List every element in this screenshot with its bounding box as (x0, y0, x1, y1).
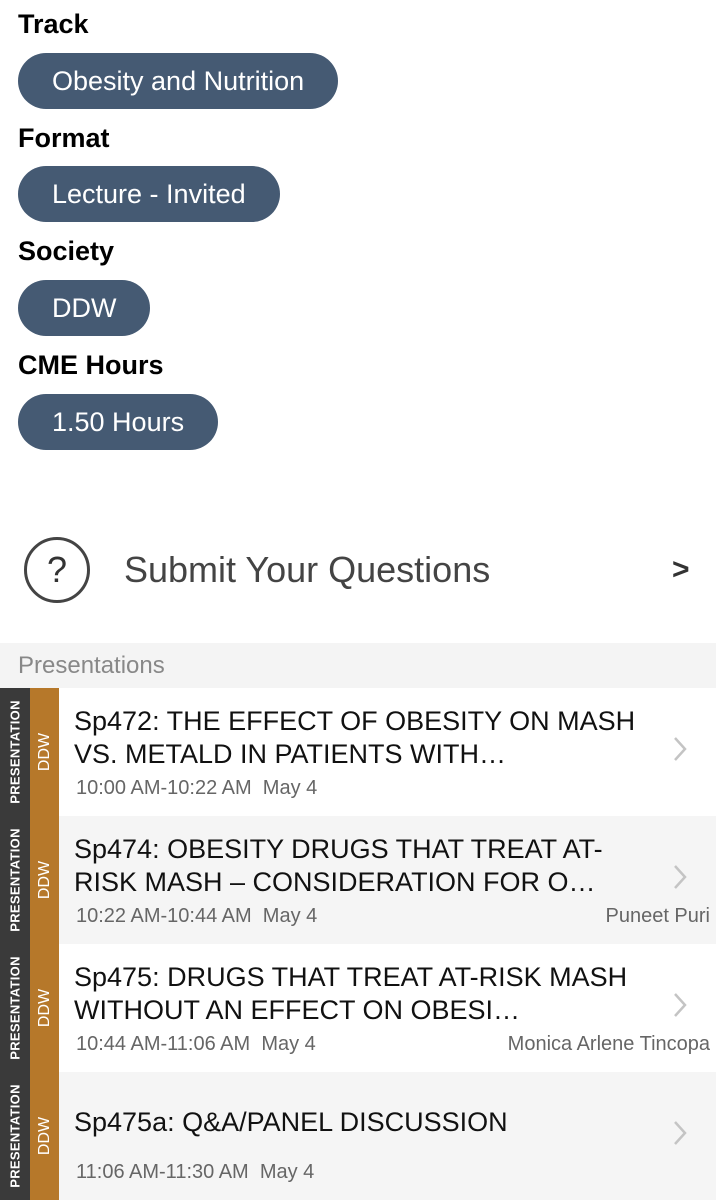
presentation-time: 10:44 AM-11:06 AM May 4 (76, 1033, 316, 1055)
track-heading: Track (18, 9, 89, 39)
cme-hours-tag[interactable]: 1.50 Hours (18, 394, 219, 450)
presentation-speaker: Monica Arlene Tincopa (507, 1033, 710, 1055)
presentation-type-strip: PRESENTATION (0, 1072, 30, 1200)
chevron-right-icon (674, 865, 687, 889)
presentations-section-header: Presentations (0, 643, 716, 688)
presentation-type-strip: PRESENTATION (0, 944, 30, 1072)
presentation-time: 11:06 AM-11:30 AM May 4 (76, 1161, 315, 1183)
society-strip: DDW (30, 944, 59, 1072)
society-strip: DDW (30, 816, 59, 944)
presentation-title: Sp475a: Q&A/PANEL DISCUSSION (74, 1107, 508, 1137)
presentation-type-strip: PRESENTATION (0, 816, 30, 944)
cme-hours-heading: CME Hours (18, 350, 164, 380)
format-heading: Format (18, 123, 110, 153)
track-tag[interactable]: Obesity and Nutrition (18, 53, 339, 109)
society-strip: DDW (30, 1072, 59, 1200)
society-strip: DDW (30, 688, 59, 816)
presentation-row[interactable]: PRESENTATION DDW Sp474: OBESITY DRUGS TH… (0, 816, 716, 944)
chevron-right-icon (674, 737, 687, 761)
presentation-title: Sp472: THE EFFECT OF OBESITY ON MASH VS.… (74, 706, 636, 769)
chevron-right-icon (674, 993, 687, 1017)
presentation-type-strip: PRESENTATION (0, 688, 30, 816)
society-heading: Society (18, 236, 115, 266)
presentation-title: Sp475: DRUGS THAT TREAT AT-RISK MASH WIT… (74, 962, 628, 1025)
presentation-title: Sp474: OBESITY DRUGS THAT TREAT AT-RISK … (74, 834, 603, 897)
submit-questions-row[interactable]: ? Submit Your Questions > (0, 520, 716, 620)
chevron-right-icon: > (672, 553, 690, 586)
presentation-row[interactable]: PRESENTATION DDW Sp475a: Q&A/PANEL DISCU… (0, 1072, 716, 1200)
society-tag[interactable]: DDW (18, 280, 151, 336)
presentation-row[interactable]: PRESENTATION DDW Sp475: DRUGS THAT TREAT… (0, 944, 716, 1072)
presentation-time: 10:22 AM-10:44 AM May 4 (76, 905, 318, 927)
format-tag[interactable]: Lecture - Invited (18, 166, 280, 222)
chevron-right-icon (674, 1121, 687, 1145)
submit-questions-label: Submit Your Questions (124, 549, 491, 590)
question-circle-icon: ? (24, 537, 90, 603)
presentation-time: 10:00 AM-10:22 AM May 4 (76, 777, 318, 799)
presentation-row[interactable]: PRESENTATION DDW Sp472: THE EFFECT OF OB… (0, 688, 716, 816)
presentation-speaker: Puneet Puri (605, 905, 710, 927)
